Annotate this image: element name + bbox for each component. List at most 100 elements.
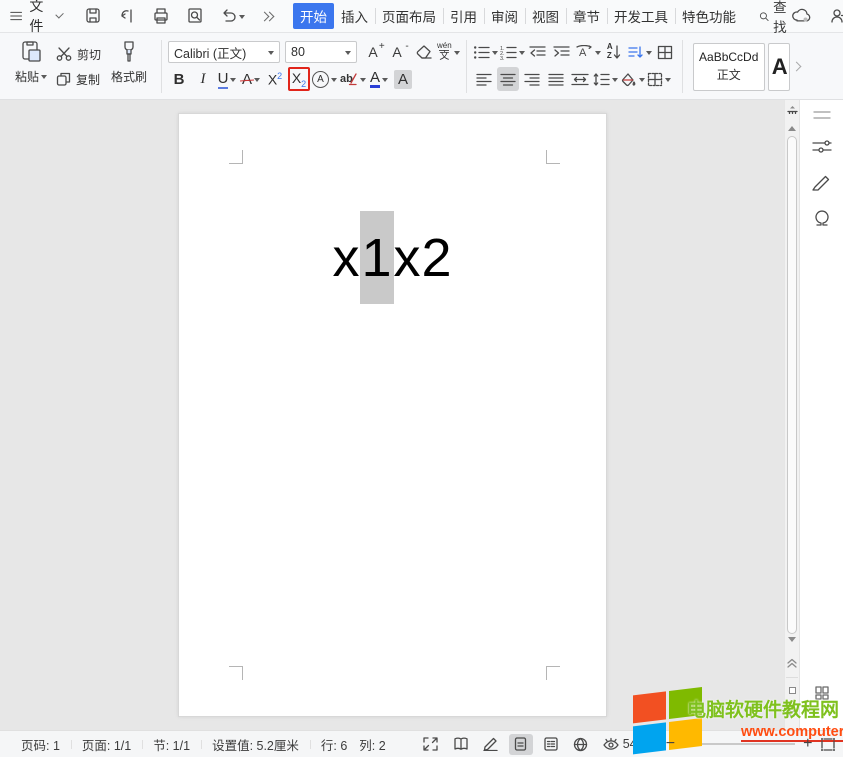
- highlight-color-button[interactable]: ab: [339, 67, 366, 91]
- shrink-font-button[interactable]: A-: [389, 40, 411, 64]
- status-page-number[interactable]: 页码: 1: [10, 735, 71, 754]
- vertical-scrollbar[interactable]: [784, 100, 799, 730]
- book-icon: [453, 737, 469, 751]
- cloud-sync-icon[interactable]: [792, 8, 812, 24]
- print-icon[interactable]: [152, 7, 170, 25]
- tab-references[interactable]: 引用: [443, 3, 484, 29]
- superscript-button[interactable]: X2: [264, 67, 286, 91]
- document-canvas[interactable]: x1x2: [0, 100, 784, 730]
- decrease-indent-icon: [529, 45, 546, 59]
- tab-special-features[interactable]: 特色功能: [675, 3, 743, 29]
- ink-mode-button[interactable]: [479, 734, 503, 755]
- annotate-pen-button[interactable]: [800, 174, 843, 191]
- fullscreen-button[interactable]: [419, 734, 443, 755]
- web-layout-button[interactable]: [569, 734, 593, 755]
- previous-page-button[interactable]: [785, 658, 799, 668]
- document-page[interactable]: x1x2: [178, 113, 607, 717]
- scroll-up-button[interactable]: [785, 122, 799, 131]
- text-direction-button[interactable]: A: [575, 40, 601, 64]
- tab-view[interactable]: 视图: [525, 3, 566, 29]
- square-icon: [789, 687, 796, 694]
- grow-font-button[interactable]: A+: [365, 40, 387, 64]
- decrease-indent-button[interactable]: [527, 40, 549, 64]
- borders-button[interactable]: [647, 67, 671, 91]
- distribute-button[interactable]: [569, 67, 591, 91]
- scroll-down-button[interactable]: [785, 637, 799, 646]
- pinyin-guide-button[interactable]: wén 文: [437, 40, 460, 64]
- more-commands-button[interactable]: [261, 13, 273, 20]
- divider: [682, 40, 683, 93]
- tab-home[interactable]: 开始: [293, 3, 334, 29]
- format-painter-button[interactable]: 格式刷: [103, 36, 155, 97]
- strikethrough-button[interactable]: A: [240, 67, 262, 91]
- eye-protection-button[interactable]: [599, 734, 623, 755]
- status-setting-value[interactable]: 设置值: 5.2厘米: [201, 735, 310, 754]
- sort-button[interactable]: AZ: [603, 40, 625, 64]
- margin-mark-top-right: [546, 150, 560, 164]
- justify-button[interactable]: [545, 67, 567, 91]
- clear-format-button[interactable]: [413, 40, 435, 64]
- page-thumbnails-button[interactable]: [800, 686, 843, 700]
- read-mode-button[interactable]: [449, 734, 473, 755]
- bullet-list-button[interactable]: [473, 40, 498, 64]
- file-menu[interactable]: 文件: [10, 0, 62, 36]
- titlebar: 文件 开始 插入 页面布局 引用 审阅 视图 章节 开发工具 特色功能 查找: [0, 0, 843, 33]
- line-spacing-button[interactable]: [593, 67, 618, 91]
- increase-indent-button[interactable]: [551, 40, 573, 64]
- zoom-slider[interactable]: [683, 743, 795, 745]
- subscript-button-highlighted[interactable]: X2: [288, 67, 310, 91]
- caret-icon: [382, 78, 388, 85]
- outline-view-button[interactable]: [539, 734, 563, 755]
- tab-section[interactable]: 章节: [566, 3, 607, 29]
- properties-pane-button[interactable]: [800, 138, 843, 156]
- copy-button[interactable]: 复制: [56, 71, 101, 88]
- cut-button[interactable]: 剪切: [56, 46, 101, 63]
- align-right-button[interactable]: [521, 67, 543, 91]
- format-painter-label: 格式刷: [111, 68, 147, 85]
- tab-review[interactable]: 审阅: [484, 3, 525, 29]
- tab-developer[interactable]: 开发工具: [607, 3, 675, 29]
- save-icon[interactable]: [84, 7, 102, 25]
- fit-page-icon[interactable]: [820, 737, 836, 752]
- export-pdf-icon[interactable]: [118, 7, 136, 25]
- style-gallery-expand-icon[interactable]: [791, 62, 801, 72]
- align-center-button[interactable]: [497, 67, 519, 91]
- special-symbol-button[interactable]: [800, 210, 843, 227]
- zoom-in-button[interactable]: +: [803, 735, 812, 753]
- svg-text:A: A: [579, 47, 587, 59]
- font-size-select[interactable]: 80: [285, 41, 357, 63]
- next-page-button[interactable]: [785, 708, 799, 718]
- print-preview-icon[interactable]: [186, 7, 204, 25]
- zoom-out-button[interactable]: −: [666, 735, 675, 753]
- search-button[interactable]: 查找: [759, 0, 792, 36]
- tab-page-layout[interactable]: 页面布局: [375, 3, 443, 29]
- scrollbar-thumb[interactable]: [787, 136, 797, 634]
- character-shading-button[interactable]: A: [392, 67, 414, 91]
- font-name-select[interactable]: Calibri (正文): [168, 41, 280, 63]
- pane-toggle-button[interactable]: [800, 110, 843, 120]
- select-browse-object-button[interactable]: [785, 687, 799, 694]
- font-color-button[interactable]: A: [368, 67, 390, 91]
- invite-user-icon[interactable]: [830, 8, 843, 24]
- underline-button[interactable]: U: [216, 67, 238, 91]
- align-left-button[interactable]: [473, 67, 495, 91]
- page-view-button[interactable]: [509, 734, 533, 755]
- paste-button[interactable]: 粘贴: [8, 36, 54, 97]
- numbered-list-button[interactable]: 1.2.3.: [500, 40, 525, 64]
- enclose-character-button[interactable]: A: [312, 67, 337, 91]
- shading-button[interactable]: [620, 67, 645, 91]
- tab-insert[interactable]: 插入: [334, 3, 375, 29]
- insert-table-button[interactable]: [654, 40, 676, 64]
- undo-button[interactable]: [220, 8, 245, 24]
- italic-button[interactable]: I: [192, 67, 214, 91]
- zoom-level-button[interactable]: 54%: [623, 737, 658, 751]
- ruler-toggle-button[interactable]: [785, 105, 799, 114]
- style-normal[interactable]: AaBbCcDd 正文: [693, 43, 765, 91]
- status-section[interactable]: 节: 1/1: [142, 735, 201, 754]
- bold-button[interactable]: B: [168, 67, 190, 91]
- paragraph-settings-button[interactable]: [627, 40, 652, 64]
- style-next[interactable]: A: [768, 43, 790, 91]
- copy-label: 复制: [76, 71, 100, 88]
- document-text-line[interactable]: x1x2: [179, 214, 606, 302]
- status-pages[interactable]: 页面: 1/1: [71, 735, 142, 754]
